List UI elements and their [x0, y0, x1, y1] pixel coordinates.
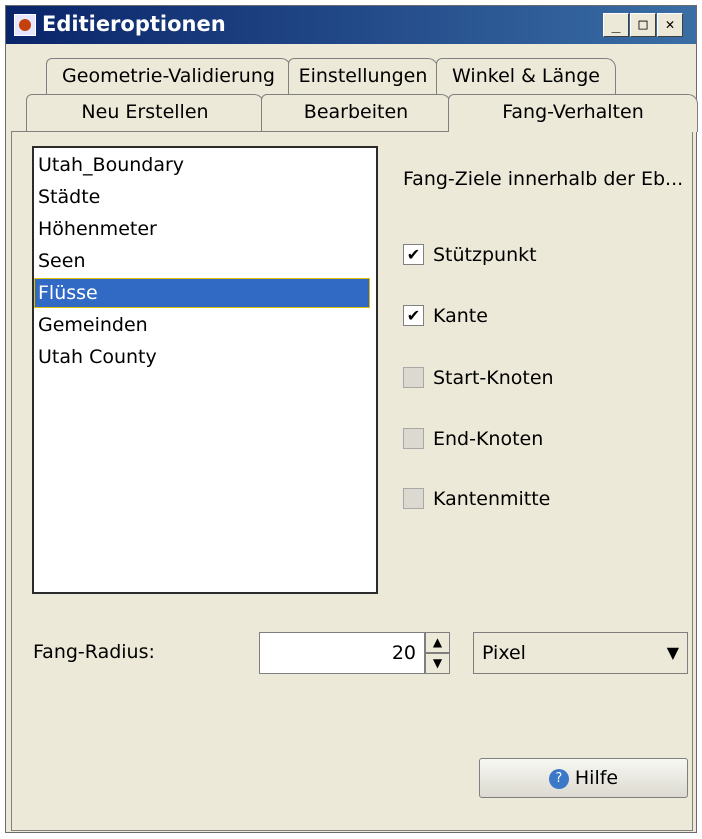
checkbox-box[interactable]: [403, 428, 424, 449]
java-app-icon: [14, 14, 36, 36]
tab-edit[interactable]: Bearbeiten: [261, 94, 451, 132]
tab-snapping-behavior[interactable]: Fang-Verhalten: [448, 94, 698, 132]
maximize-button[interactable]: □: [630, 13, 656, 37]
help-button-label: Hilfe: [574, 767, 619, 789]
spinner-down-button[interactable]: ▼: [425, 653, 450, 674]
tab-settings[interactable]: Einstellungen: [288, 58, 438, 94]
snap-targets-label: Fang-Ziele innerhalb der Eb...: [403, 168, 684, 190]
checkbox-label: Kante: [433, 305, 488, 327]
checkbox-label: Start-Knoten: [433, 367, 554, 389]
snap-radius-label: Fang-Radius:: [33, 641, 155, 663]
list-item[interactable]: Utah County: [34, 342, 374, 372]
tab-create-new[interactable]: Neu Erstellen: [26, 94, 264, 132]
list-item-selected[interactable]: Flüsse: [34, 278, 370, 308]
title-bar[interactable]: Editieroptionen _ □ ✕: [6, 6, 696, 44]
list-item[interactable]: Seen: [34, 246, 374, 276]
tab-geometry-validation[interactable]: Geometrie-Validierung: [46, 58, 291, 94]
minimize-button[interactable]: _: [603, 13, 629, 37]
checkbox-box[interactable]: ✔: [403, 305, 424, 326]
editing-options-window: Editieroptionen _ □ ✕ Geometrie-Validier…: [5, 5, 698, 833]
checkbox-box[interactable]: [403, 367, 424, 388]
unit-select[interactable]: Pixel ▼: [473, 632, 688, 674]
spinner-up-button[interactable]: ▲: [425, 632, 450, 653]
tab-angle-length[interactable]: Winkel & Länge: [436, 58, 616, 94]
checkbox-box[interactable]: [403, 488, 424, 509]
chevron-down-icon: ▼: [666, 643, 679, 662]
list-item[interactable]: Utah_Boundary: [34, 150, 374, 180]
help-icon: ?: [548, 768, 569, 789]
checkbox-label: End-Knoten: [433, 428, 544, 450]
list-item[interactable]: Höhenmeter: [34, 214, 374, 244]
unit-select-value: Pixel: [482, 642, 526, 664]
list-item[interactable]: Städte: [34, 182, 374, 212]
close-button[interactable]: ✕: [657, 13, 683, 37]
list-item[interactable]: Gemeinden: [34, 310, 374, 340]
layer-list[interactable]: Utah_Boundary Städte Höhenmeter Seen Flü…: [32, 146, 378, 594]
help-button[interactable]: ? Hilfe: [479, 758, 688, 798]
snap-radius-input[interactable]: 20: [259, 632, 425, 674]
checkbox-box[interactable]: ✔: [403, 244, 424, 265]
checkbox-label: Kantenmitte: [433, 488, 551, 510]
checkbox-label: Stützpunkt: [433, 244, 537, 266]
window-title: Editieroptionen: [42, 12, 226, 36]
